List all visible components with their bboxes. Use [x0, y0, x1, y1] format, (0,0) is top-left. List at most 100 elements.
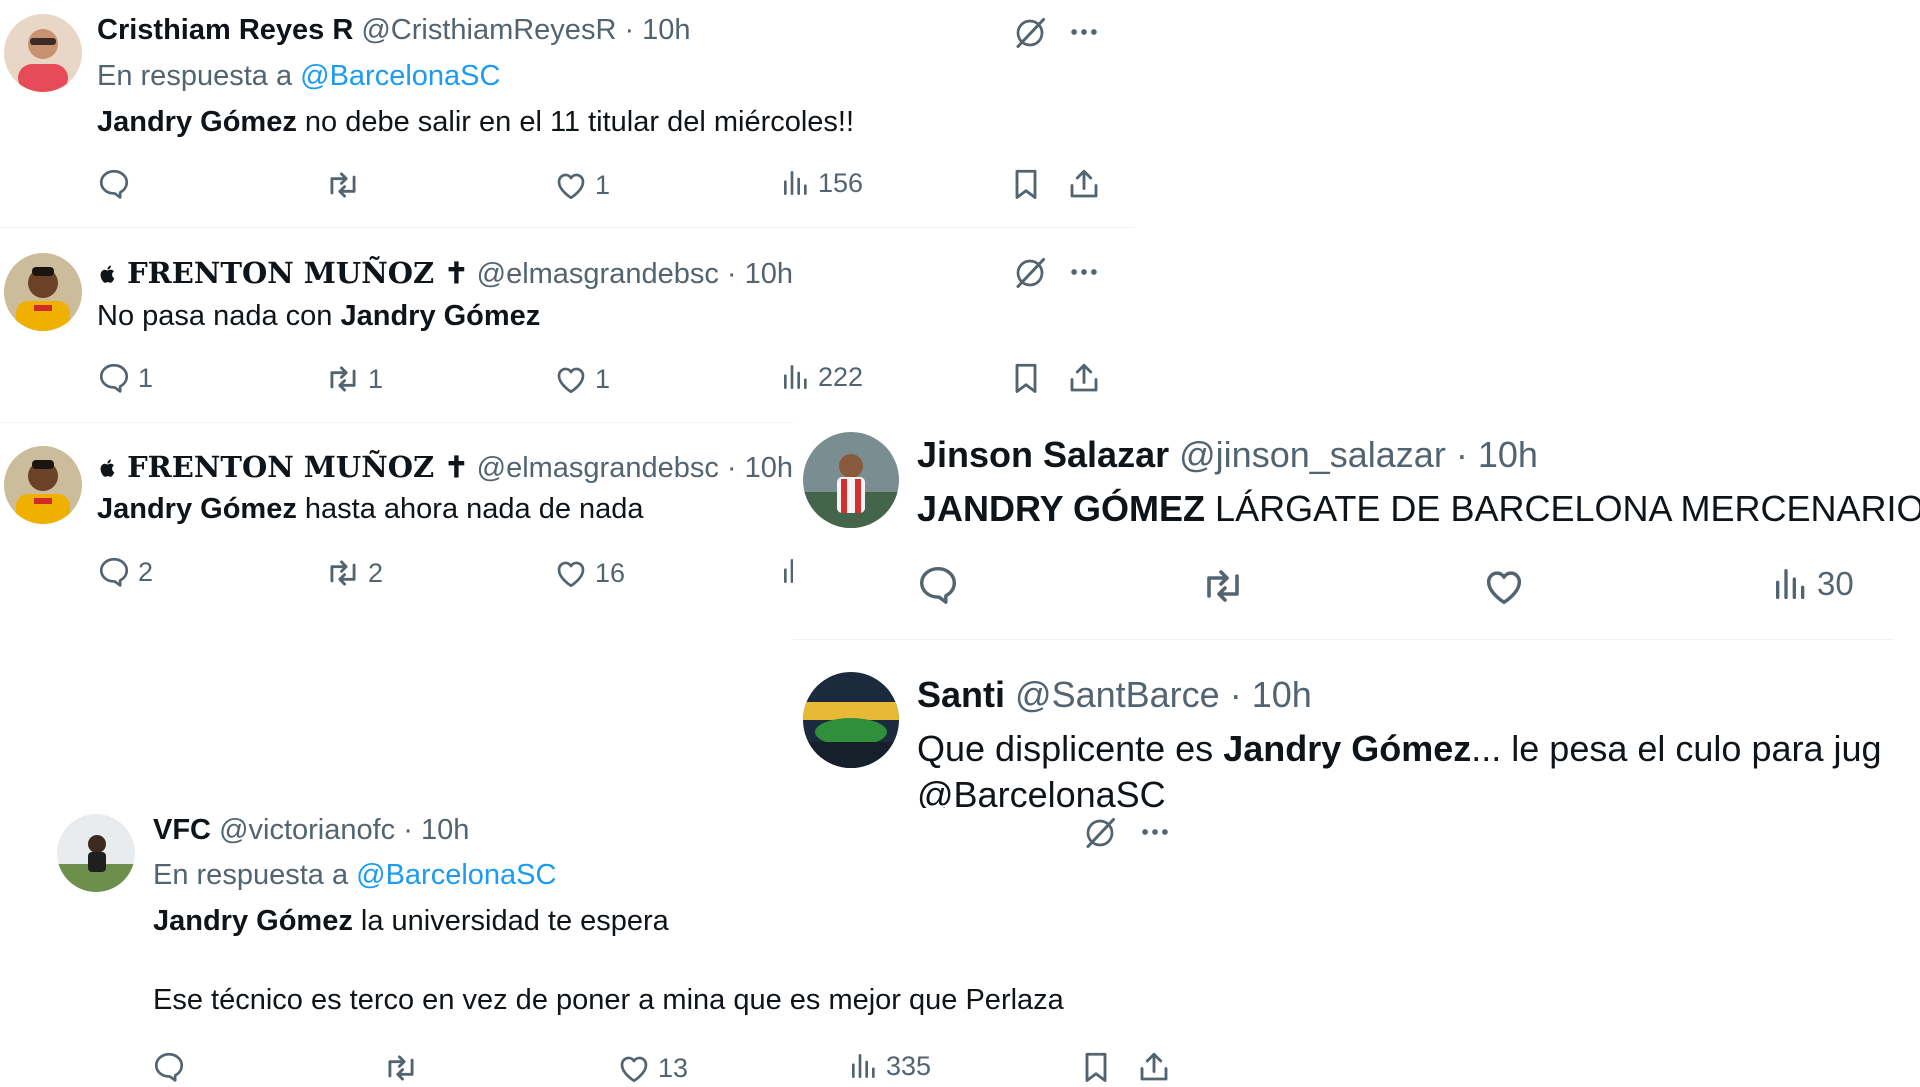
- bookmark-button[interactable]: [1008, 166, 1044, 202]
- author-handle[interactable]: @victorianofc: [219, 814, 395, 846]
- tweet-text-rest: LÁRGATE DE BARCELONA MERCENARIO: [1205, 488, 1920, 529]
- author-name[interactable]: FRENTON MUÑOZ ✝: [127, 256, 469, 290]
- reply-count: 2: [138, 556, 154, 587]
- author-handle[interactable]: @CristhiamReyesR: [361, 14, 616, 46]
- share-icon: [1066, 166, 1102, 202]
- like-button[interactable]: 1: [553, 361, 610, 397]
- author-handle[interactable]: @elmasgrandebsc: [477, 452, 719, 484]
- repost-icon: [382, 1049, 420, 1087]
- reply-button[interactable]: 1: [96, 360, 153, 396]
- tweet-card[interactable]: Santi @SantBarce · 10h Que displicente e…: [793, 640, 1893, 808]
- repost-button[interactable]: [382, 1049, 426, 1087]
- like-button[interactable]: [1481, 563, 1527, 609]
- tweet-header: VFC @victorianofc · 10h: [153, 814, 469, 847]
- separator-dot: ·: [616, 14, 643, 46]
- avatar[interactable]: [803, 672, 899, 768]
- tweet-text-plain: No pasa nada con: [97, 300, 341, 332]
- separator-dot: ·: [1445, 434, 1478, 475]
- timestamp[interactable]: 10h: [421, 814, 469, 846]
- like-button[interactable]: 1: [553, 167, 610, 203]
- views-icon: [848, 1050, 880, 1082]
- tweet-text: No pasa nada con Jandry Gómez: [97, 300, 540, 333]
- views-button[interactable]: 222: [780, 361, 863, 393]
- repost-icon: [324, 360, 362, 398]
- timestamp[interactable]: 10h: [1478, 434, 1538, 475]
- avatar[interactable]: [57, 814, 135, 892]
- avatar[interactable]: [4, 446, 82, 524]
- like-icon: [1481, 563, 1527, 609]
- grok-icon: [1012, 15, 1048, 51]
- views-button[interactable]: 30: [1771, 564, 1854, 604]
- tweet-text-line: Ese técnico es terco en vez de poner a m…: [153, 984, 1064, 1016]
- grok-button[interactable]: [1012, 255, 1048, 291]
- repost-button[interactable]: 2: [324, 554, 383, 592]
- like-button[interactable]: 13: [616, 1050, 688, 1086]
- more-button[interactable]: [1067, 15, 1101, 49]
- timestamp[interactable]: 10h: [745, 258, 793, 290]
- like-button[interactable]: 16: [553, 555, 625, 591]
- reply-button[interactable]: 2: [96, 554, 153, 590]
- author-handle[interactable]: @jinson_salazar: [1179, 434, 1446, 475]
- highlighted-term: Jandry Gómez: [153, 905, 353, 937]
- more-icon: [1067, 255, 1101, 289]
- repost-button[interactable]: [324, 166, 368, 204]
- author-name[interactable]: FRENTON MUÑOZ ✝: [127, 450, 469, 484]
- tweet-card[interactable]: FRENTON MUÑOZ ✝ @elmasgrandebsc · 10h No…: [0, 228, 1135, 423]
- like-icon: [553, 361, 589, 397]
- share-icon: [1066, 360, 1102, 396]
- timestamp[interactable]: 10h: [1252, 674, 1312, 715]
- tweet-header: Cristhiam Reyes R @CristhiamReyesR · 10h: [97, 14, 691, 47]
- author-name[interactable]: Jinson Salazar: [917, 434, 1169, 475]
- reply-button[interactable]: [915, 562, 961, 608]
- like-count: 13: [658, 1052, 689, 1083]
- like-count: 1: [595, 363, 611, 394]
- reply-count: 1: [138, 362, 154, 393]
- grok-icon: [1082, 815, 1118, 851]
- author-name-text: FRENTON MUÑOZ: [127, 450, 435, 484]
- timestamp[interactable]: 10h: [745, 452, 793, 484]
- grok-button[interactable]: [1012, 15, 1048, 51]
- mention-link[interactable]: @BarcelonaSC: [356, 859, 556, 891]
- tweet-card[interactable]: Cristhiam Reyes R @CristhiamReyesR · 10h…: [0, 0, 1135, 228]
- views-button[interactable]: 156: [780, 167, 863, 199]
- repost-count: 1: [368, 363, 384, 394]
- tweet-card[interactable]: FRENTON MUÑOZ ✝ @elmasgrandebsc · 10h Ja…: [0, 423, 800, 623]
- tweet-card[interactable]: VFC @victorianofc · 10h En respuesta a @…: [0, 800, 1200, 1083]
- reply-icon: [96, 554, 132, 590]
- tweet-card[interactable]: Jinson Salazar @jinson_salazar · 10h JAN…: [793, 418, 1920, 640]
- bookmark-icon: [1008, 166, 1044, 202]
- views-icon: [1771, 564, 1811, 604]
- share-button[interactable]: [1066, 360, 1102, 396]
- grok-icon: [1012, 255, 1048, 291]
- like-count: 16: [595, 557, 626, 588]
- views-count: 222: [818, 361, 864, 392]
- avatar[interactable]: [803, 432, 899, 528]
- avatar[interactable]: [4, 14, 82, 92]
- cross-icon: ✝: [444, 450, 469, 484]
- more-button[interactable]: [1138, 815, 1172, 849]
- author-handle[interactable]: @elmasgrandebsc: [477, 258, 719, 290]
- reply-button[interactable]: [96, 166, 138, 202]
- grok-button[interactable]: [1082, 815, 1118, 851]
- avatar[interactable]: [4, 253, 82, 331]
- author-name[interactable]: Santi: [917, 674, 1005, 715]
- mention-link[interactable]: @BarcelonaSC: [917, 774, 1166, 808]
- author-name[interactable]: Cristhiam Reyes R: [97, 14, 353, 46]
- author-handle[interactable]: @SantBarce: [1015, 674, 1220, 715]
- reply-prefix: En respuesta a: [97, 60, 293, 92]
- reply-context: En respuesta a @BarcelonaSC: [97, 60, 500, 93]
- more-button[interactable]: [1067, 255, 1101, 289]
- repost-button[interactable]: [1199, 562, 1247, 610]
- mention-link[interactable]: @BarcelonaSC: [300, 60, 500, 92]
- views-icon: [780, 361, 812, 393]
- reply-context: En respuesta a @BarcelonaSC: [153, 859, 556, 892]
- views-count: 30: [1817, 565, 1854, 602]
- views-button[interactable]: 335: [848, 1050, 931, 1082]
- share-button[interactable]: [1066, 166, 1102, 202]
- repost-button[interactable]: 1: [324, 360, 383, 398]
- timestamp[interactable]: 10h: [642, 14, 690, 46]
- bookmark-button[interactable]: [1008, 360, 1044, 396]
- views-count: 156: [818, 167, 864, 198]
- author-name[interactable]: VFC: [153, 814, 211, 846]
- separator-dot: ·: [718, 258, 745, 290]
